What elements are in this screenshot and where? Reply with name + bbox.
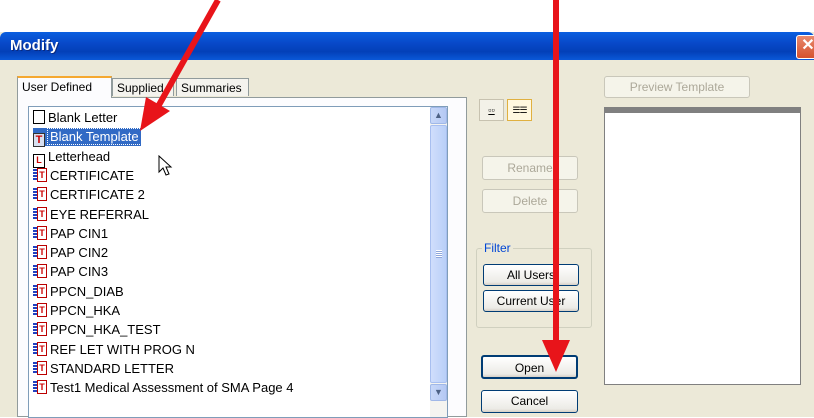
list-item-label: REF LET WITH PROG N bbox=[50, 341, 195, 357]
list-item[interactable]: T CERTIFICATE 2 bbox=[33, 186, 145, 204]
mouse-cursor-icon bbox=[158, 155, 173, 176]
tab-summaries[interactable]: Summaries bbox=[176, 78, 249, 96]
scroll-down-button[interactable]: ▼ bbox=[430, 384, 447, 401]
current-user-button[interactable]: Current User bbox=[483, 290, 579, 312]
list-item-label: Blank Letter bbox=[48, 110, 118, 125]
merge-template-icon: T bbox=[33, 360, 47, 375]
dialog-title: Modify bbox=[10, 37, 59, 54]
details-view-button[interactable]: ☰☰ bbox=[507, 99, 532, 121]
open-button[interactable]: Open bbox=[481, 355, 578, 379]
list-item[interactable]: T EYE REFERRAL bbox=[33, 206, 149, 224]
merge-template-icon: T bbox=[33, 206, 47, 221]
list-item[interactable]: T Test1 Medical Assessment of SMA Page 4 bbox=[33, 379, 294, 397]
list-item-label: PPCN_HKA bbox=[50, 303, 121, 318]
list-item[interactable]: T REF LET WITH PROG N bbox=[33, 341, 195, 359]
cancel-button[interactable]: Cancel bbox=[481, 390, 578, 413]
title-bar: Modify ✕ bbox=[0, 32, 814, 60]
close-button[interactable]: ✕ bbox=[796, 35, 814, 59]
list-item[interactable]: T PAP CIN1 bbox=[33, 225, 108, 243]
list-item[interactable]: T Blank Template bbox=[33, 128, 142, 148]
merge-template-icon: T bbox=[33, 225, 47, 240]
list-item-label: Test1 Medical Assessment of SMA Page 4 bbox=[50, 380, 294, 396]
merge-template-icon: T bbox=[33, 341, 47, 356]
details-view-icon: ☰☰ bbox=[512, 105, 527, 115]
scroll-up-button[interactable]: ▲ bbox=[430, 107, 447, 124]
list-item[interactable]: T PPCN_DIAB bbox=[33, 283, 124, 301]
letterhead-icon: L bbox=[33, 153, 45, 168]
list-item[interactable]: T PAP CIN3 bbox=[33, 263, 108, 281]
list-item-label: PPCN_HKA_TEST bbox=[50, 322, 161, 338]
rename-button[interactable]: Rename bbox=[482, 156, 578, 180]
delete-button[interactable]: Delete bbox=[482, 189, 578, 213]
merge-template-icon: T bbox=[33, 322, 47, 337]
template-icon: T bbox=[33, 133, 45, 148]
merge-template-icon: T bbox=[33, 380, 47, 395]
list-item[interactable]: Blank Letter bbox=[33, 109, 117, 127]
merge-template-icon: T bbox=[33, 283, 47, 298]
template-preview-pane bbox=[604, 107, 801, 385]
list-item[interactable]: T CERTIFICATE bbox=[33, 167, 134, 185]
tab-supplied[interactable]: Supplied bbox=[112, 78, 174, 96]
list-item-label: PAP CIN2 bbox=[50, 245, 109, 261]
merge-template-icon: T bbox=[33, 264, 47, 279]
filter-group bbox=[476, 248, 592, 328]
list-item-label: PAP CIN1 bbox=[50, 225, 109, 241]
scroll-grip-icon bbox=[436, 250, 442, 258]
all-users-button[interactable]: All Users bbox=[483, 264, 579, 286]
tab-user-defined[interactable]: User Defined bbox=[17, 76, 112, 98]
large-icons-view-button[interactable]: ▫▫ bbox=[479, 99, 504, 121]
list-item[interactable]: T PAP CIN2 bbox=[33, 244, 108, 262]
preview-template-button[interactable]: Preview Template bbox=[604, 76, 750, 98]
large-icons-view-icon: ▫▫ bbox=[488, 105, 495, 115]
list-item-label: EYE REFERRAL bbox=[50, 206, 149, 222]
list-item-label: Letterhead bbox=[48, 148, 111, 164]
merge-template-icon: T bbox=[33, 245, 47, 260]
list-item[interactable]: T PPCN_HKA_TEST bbox=[33, 321, 161, 339]
merge-template-icon: T bbox=[33, 303, 47, 317]
list-item-label: CERTIFICATE bbox=[50, 167, 135, 183]
list-item-label: STANDARD LETTER bbox=[50, 360, 174, 376]
merge-template-icon: T bbox=[33, 167, 47, 182]
list-item[interactable]: T STANDARD LETTER bbox=[33, 360, 174, 378]
list-item-label: PPCN_DIAB bbox=[50, 283, 124, 299]
list-item[interactable]: L Letterhead bbox=[33, 148, 111, 168]
list-item-label: Blank Template bbox=[47, 128, 142, 146]
template-list[interactable]: Blank Letter T Blank Template L Letterhead T C… bbox=[28, 106, 448, 418]
close-icon: ✕ bbox=[801, 37, 814, 54]
blank-document-icon bbox=[33, 110, 45, 124]
list-item[interactable]: T PPCN_HKA bbox=[33, 302, 120, 320]
vertical-scrollbar[interactable]: ▲ ▼ bbox=[430, 107, 447, 417]
scroll-thumb[interactable] bbox=[430, 125, 447, 383]
list-item-label: CERTIFICATE 2 bbox=[50, 187, 145, 203]
merge-template-icon: T bbox=[33, 187, 47, 202]
filter-label: Filter bbox=[482, 241, 513, 255]
list-item-label: PAP CIN3 bbox=[50, 264, 109, 280]
